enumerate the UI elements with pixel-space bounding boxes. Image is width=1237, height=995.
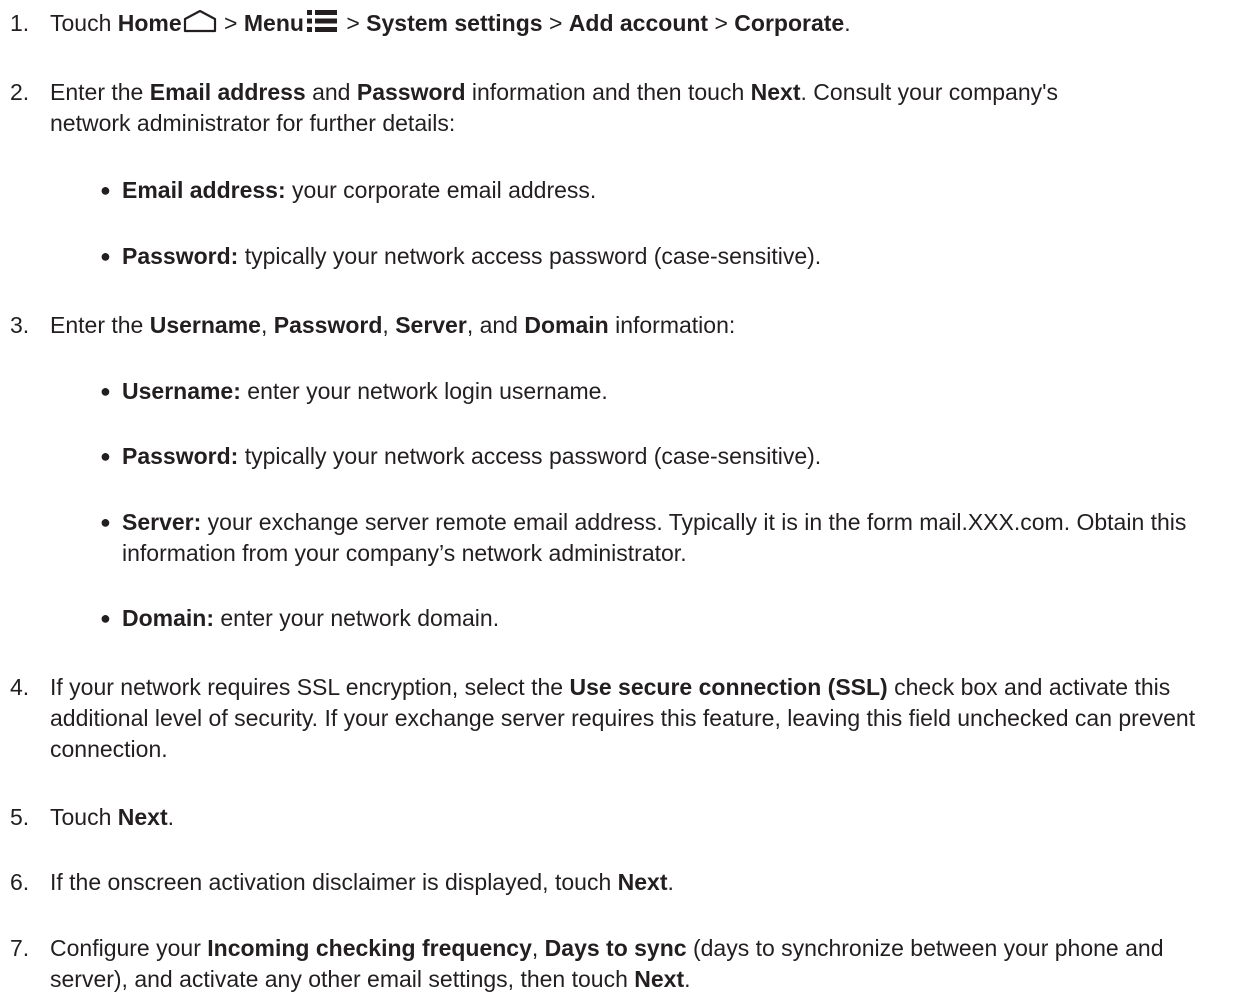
text-run: your corporate email address. — [285, 177, 597, 203]
step-number: 6. — [10, 869, 30, 895]
bold-term: Next — [117, 804, 168, 830]
bullet-email-address: ● Email address: your corporate email ad… — [100, 175, 1220, 206]
bullet-dot: ● — [100, 608, 111, 628]
text-run: your exchange server remote email addres… — [122, 509, 1187, 566]
bold-term: Password — [356, 79, 466, 105]
bold-term: Server: — [122, 509, 202, 535]
step-number: 4. — [10, 674, 30, 700]
bold-term: Password: — [122, 443, 239, 469]
step-7: 7. Configure your Incoming checking freq… — [10, 933, 1235, 995]
step-text: Touch Next. — [50, 802, 1230, 833]
text-run: . — [667, 869, 674, 895]
text-run: . — [684, 966, 691, 992]
bold-term: Menu — [243, 10, 304, 36]
menu-icon — [304, 9, 340, 41]
step-text: Enter the Username, Password, Server, an… — [50, 310, 1230, 341]
bullet-password: ● Password: typically your network acces… — [100, 241, 1220, 272]
bold-term: Incoming checking frequency — [207, 935, 532, 961]
bullet-server: ● Server: your exchange server remote em… — [100, 507, 1190, 569]
text-run: Touch — [50, 804, 118, 830]
step-text: If your network requires SSL encryption,… — [50, 672, 1235, 765]
bold-term: Username: — [122, 378, 241, 404]
step-number: 3. — [10, 312, 30, 338]
bold-term: Use secure connection (SSL) — [569, 674, 888, 700]
text-run: If your network requires SSL encryption,… — [50, 674, 570, 700]
step-text: If the onscreen activation disclaimer is… — [50, 867, 1230, 898]
bold-term: Next — [634, 966, 685, 992]
step-4: 4. If your network requires SSL encrypti… — [10, 672, 1235, 765]
text-run: Configure your — [50, 935, 208, 961]
bullet-text: Domain: enter your network domain. — [122, 603, 1220, 634]
text-run: typically your network access password (… — [238, 243, 822, 269]
text-run: , — [260, 312, 274, 338]
bold-term: Server — [395, 312, 467, 338]
text-run: information and then touch — [465, 79, 751, 105]
text-run: , — [531, 935, 545, 961]
bullet-dot: ● — [100, 512, 111, 532]
text-run: enter your network login username. — [240, 378, 608, 404]
text-run: Touch — [50, 10, 118, 36]
bold-term: Days to sync — [544, 935, 687, 961]
text-run: typically your network access password (… — [238, 443, 822, 469]
bullet-username: ● Username: enter your network login use… — [100, 376, 1220, 407]
bold-term: Home — [117, 10, 182, 36]
bullet-dot: ● — [100, 246, 111, 266]
bold-term: Password — [273, 312, 383, 338]
step-2: 2. Enter the Email address and Password … — [10, 77, 1060, 139]
text-run: If the onscreen activation disclaimer is… — [50, 869, 618, 895]
step-5: 5. Touch Next. — [10, 802, 1230, 833]
text-run: > — [542, 10, 569, 36]
bullet-dot: ● — [100, 446, 111, 466]
text-run: and — [305, 79, 357, 105]
text-run: Enter the — [50, 312, 150, 338]
bullet-dot: ● — [100, 180, 111, 200]
bold-term: Username — [149, 312, 261, 338]
step-3: 3. Enter the Username, Password, Server,… — [10, 310, 1230, 341]
text-run: , and — [466, 312, 525, 338]
text-run: . — [167, 804, 175, 830]
text-run: > — [708, 10, 735, 36]
text-run: information: — [608, 312, 736, 338]
text-run: > — [217, 10, 244, 36]
bold-term: Add account — [568, 10, 709, 36]
home-icon — [182, 9, 218, 41]
step-text: Enter the Email address and Password inf… — [50, 77, 1060, 139]
bullet-domain: ● Domain: enter your network domain. — [100, 603, 1220, 634]
text-run: , — [382, 312, 396, 338]
bold-term: Domain: — [122, 605, 214, 631]
step-number: 5. — [10, 804, 30, 830]
bold-term: Email address — [149, 79, 306, 105]
text-run: enter your network domain. — [214, 605, 500, 631]
bold-term: Next — [750, 79, 801, 105]
bullet-text: Password: typically your network access … — [122, 441, 1220, 472]
bold-term: Email address: — [122, 177, 286, 203]
bullet-text: Email address: your corporate email addr… — [122, 175, 1220, 206]
step-number: 7. — [10, 935, 30, 961]
bullet-text: Server: your exchange server remote emai… — [122, 507, 1190, 569]
bold-term: Next — [617, 869, 668, 895]
text-run: > — [339, 10, 367, 36]
bullet-dot: ● — [100, 381, 111, 401]
step-number: 1. — [10, 10, 30, 36]
bullet-text: Username: enter your network login usern… — [122, 376, 1220, 407]
step-6: 6. If the onscreen activation disclaimer… — [10, 867, 1230, 898]
step-text: Configure your Incoming checking frequen… — [50, 933, 1235, 995]
text-run: Enter the — [50, 79, 150, 105]
bold-term: Corporate — [734, 10, 845, 36]
step-number: 2. — [10, 79, 30, 105]
document-page: 1. Touch Home > Menu > System settings >… — [0, 0, 1237, 992]
step-1: 1. Touch Home > Menu > System settings >… — [10, 8, 1230, 41]
bold-term: System settings — [366, 10, 543, 36]
bold-term: Domain — [524, 312, 609, 338]
step-text: Touch Home > Menu > System settings > Ad… — [50, 8, 1230, 41]
bullet-text: Password: typically your network access … — [122, 241, 1220, 272]
bold-term: Password: — [122, 243, 239, 269]
text-run: . — [844, 10, 851, 36]
bullet-password: ● Password: typically your network acces… — [100, 441, 1220, 472]
